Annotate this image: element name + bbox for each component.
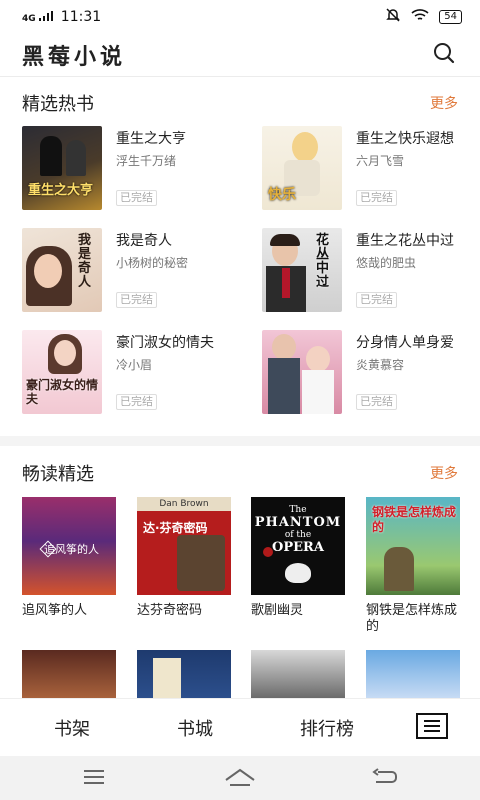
cover-text: PHANTOM xyxy=(254,515,342,530)
bottom-tab-bar: 书架 书城 排行榜 xyxy=(0,698,480,756)
tab-bookshelf[interactable]: 书架 xyxy=(54,715,90,741)
system-nav-bar xyxy=(0,756,480,800)
book-cover: 花丛中过 xyxy=(262,228,342,312)
more-link[interactable]: 更多 xyxy=(430,93,458,113)
book-title: 达芬奇密码 xyxy=(137,603,203,618)
status-badge: 已完结 xyxy=(356,394,397,410)
section-separator xyxy=(0,436,480,446)
book-author: 炎黄慕容 xyxy=(356,358,405,372)
cover-sub: of the xyxy=(284,530,312,540)
book-title: 歌剧幽灵 xyxy=(251,603,304,618)
book-title: 追风筝的人 xyxy=(22,603,88,618)
book-title: 重生之大亨 xyxy=(116,131,186,147)
cover-text: 追风筝的人 xyxy=(44,543,99,556)
tab-ranking[interactable]: 排行榜 xyxy=(300,715,354,741)
book-title: 重生之快乐遐想 xyxy=(356,131,454,147)
book-cover: 我是奇人 xyxy=(22,228,102,312)
cover-author: Dan Brown xyxy=(137,497,231,511)
status-badge: 已完结 xyxy=(116,292,157,308)
status-badge: 已完结 xyxy=(116,190,157,206)
book-author: 六月飞雪 xyxy=(356,154,405,168)
book-cover: 豪门淑女的情夫 xyxy=(22,330,102,414)
signal-icon: 4G xyxy=(22,11,53,24)
book-author: 冷小眉 xyxy=(116,358,153,372)
book-card[interactable]: 花丛中过 重生之花丛中过 悠哉的肥虫 已完结 xyxy=(262,228,480,316)
book-tile[interactable]: The PHANTOM of the OPERA 歌剧幽灵 xyxy=(251,497,345,619)
network-type: 4G xyxy=(22,14,36,24)
cover-text: 钢铁是怎样炼成的 xyxy=(372,505,457,534)
status-bar: 4G 11:31 54 xyxy=(0,0,480,34)
section-title: 精选热书 xyxy=(22,94,94,115)
book-cover[interactable] xyxy=(137,650,231,698)
book-author: 小杨树的秘密 xyxy=(116,256,189,270)
cover-top: The xyxy=(289,505,307,515)
cover-text: 花丛中过 xyxy=(316,233,330,290)
app-bar: 黑莓小说 xyxy=(0,34,480,76)
book-cover: Dan Brown 达·芬奇密码 xyxy=(137,497,231,595)
cover-text: 豪门淑女的情夫 xyxy=(26,378,99,406)
book-cover: 钢铁是怎样炼成的 xyxy=(366,497,460,595)
book-tile[interactable]: 追风筝的人 追风筝的人 xyxy=(22,497,116,619)
cover-text: 我是奇人 xyxy=(78,233,92,290)
book-tile[interactable]: Dan Brown 达·芬奇密码 达芬奇密码 xyxy=(137,497,231,619)
section-title: 畅读精选 xyxy=(22,464,94,485)
cover-text: 重生之大亨 xyxy=(28,183,94,198)
book-cover: 追风筝的人 xyxy=(22,497,116,595)
book-cover: 快乐 xyxy=(262,126,342,210)
tab-bookstore[interactable]: 书城 xyxy=(177,715,213,741)
menu-icon[interactable] xyxy=(416,713,448,739)
cover-text: 达·芬奇密码 xyxy=(143,521,208,535)
more-link[interactable]: 更多 xyxy=(430,463,458,483)
book-cover: 重生之大亨 xyxy=(22,126,102,210)
book-card[interactable]: 豪门淑女的情夫 豪门淑女的情夫 冷小眉 已完结 xyxy=(22,330,242,418)
book-title: 豪门淑女的情夫 xyxy=(116,335,214,351)
book-title: 我是奇人 xyxy=(116,233,172,249)
header-divider xyxy=(0,76,480,77)
status-badge: 已完结 xyxy=(356,292,397,308)
book-cover[interactable] xyxy=(366,650,460,698)
book-cover[interactable] xyxy=(22,650,116,698)
app-title: 黑莓小说 xyxy=(22,44,127,70)
book-cover xyxy=(262,330,342,414)
hot-books-header: 精选热书 更多 xyxy=(22,90,458,116)
home-icon[interactable] xyxy=(224,768,256,792)
recents-icon[interactable] xyxy=(82,768,106,790)
status-badge: 已完结 xyxy=(356,190,397,206)
cover-text: 快乐 xyxy=(268,187,296,203)
book-author: 浮生千万绪 xyxy=(116,154,177,168)
status-badge: 已完结 xyxy=(116,394,157,410)
book-author: 悠哉的肥虫 xyxy=(356,256,417,270)
book-card[interactable]: 我是奇人 我是奇人 小杨树的秘密 已完结 xyxy=(22,228,242,316)
book-card[interactable]: 重生之大亨 重生之大亨 浮生千万绪 已完结 xyxy=(22,126,242,214)
book-card[interactable]: 快乐 重生之快乐遐想 六月飞雪 已完结 xyxy=(262,126,480,214)
book-tile[interactable]: 钢铁是怎样炼成的 钢铁是怎样炼成的 xyxy=(366,497,460,635)
book-title: 重生之花丛中过 xyxy=(356,233,454,249)
wifi-icon xyxy=(411,8,429,26)
back-icon[interactable] xyxy=(372,768,398,790)
quick-read-header: 畅读精选 更多 xyxy=(22,460,458,486)
book-card[interactable]: 分身情人单身爱 炎黄慕容 已完结 xyxy=(262,330,480,418)
book-title: 分身情人单身爱 xyxy=(356,335,454,351)
clock: 11:31 xyxy=(60,9,102,25)
mute-icon xyxy=(385,7,401,27)
book-cover[interactable] xyxy=(251,650,345,698)
book-cover: The PHANTOM of the OPERA xyxy=(251,497,345,595)
search-icon[interactable] xyxy=(432,41,456,69)
battery-icon: 54 xyxy=(439,10,462,24)
book-title: 钢铁是怎样炼成的 xyxy=(366,603,458,634)
